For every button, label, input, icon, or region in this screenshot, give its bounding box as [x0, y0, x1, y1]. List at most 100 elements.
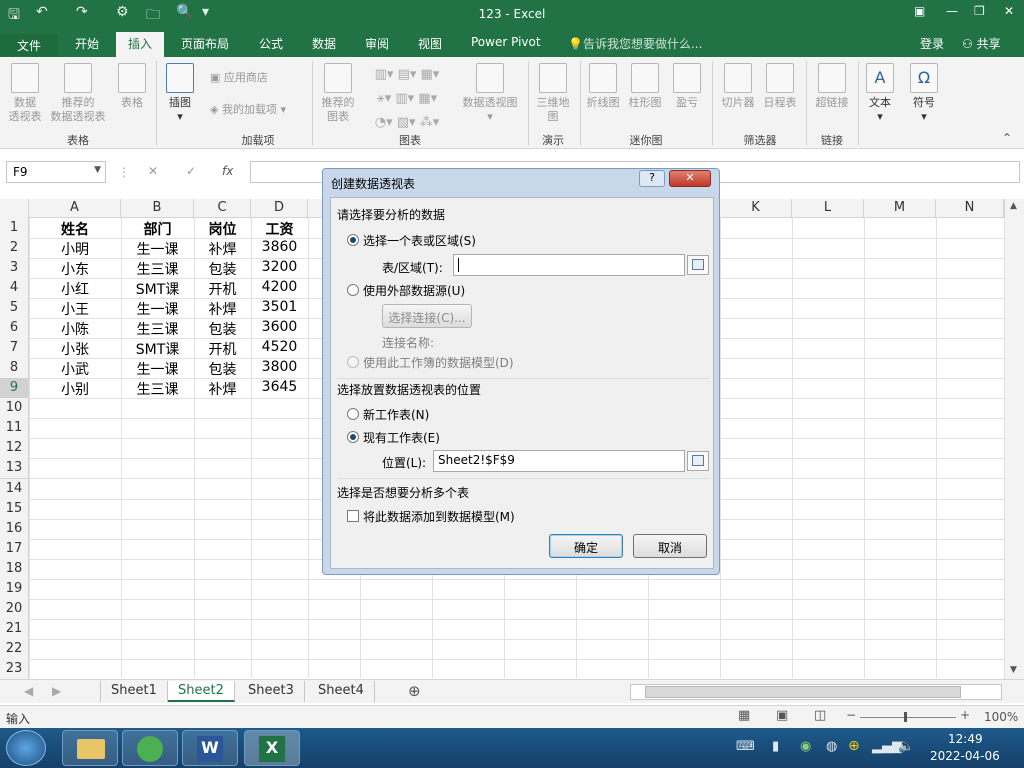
zoom-in-icon[interactable]: +: [960, 708, 970, 722]
add-icon[interactable]: ⊕: [848, 738, 860, 754]
row-header[interactable]: 9: [0, 378, 29, 399]
table-cell[interactable]: 3200: [251, 258, 308, 279]
horizontal-scrollbar[interactable]: [630, 684, 1002, 700]
table-cell[interactable]: 小东: [29, 258, 121, 279]
header-cell[interactable]: 工资: [251, 218, 308, 239]
table-cell[interactable]: 小武: [29, 358, 121, 379]
tab-view[interactable]: 视图: [418, 35, 442, 52]
share-button[interactable]: ⚇ 共享: [962, 35, 1001, 52]
table-cell[interactable]: 补焊: [194, 238, 251, 259]
sparkline-column-button[interactable]: 柱形图: [626, 63, 664, 110]
row-header[interactable]: 20: [0, 599, 29, 620]
confirm-entry-icon[interactable]: ✓: [186, 164, 196, 178]
table-cell[interactable]: 包装: [194, 318, 251, 339]
row-header[interactable]: 17: [0, 539, 29, 560]
row-header[interactable]: 23: [0, 659, 29, 680]
add-to-data-model-checkbox[interactable]: [347, 510, 359, 522]
radio-new-worksheet[interactable]: [347, 408, 359, 420]
pivot-table-button[interactable]: 数据 透视表: [4, 63, 46, 124]
sparkline-line-button[interactable]: 折线图: [584, 63, 622, 110]
radio-existing-worksheet-label[interactable]: 现有工作表(E): [363, 429, 440, 446]
row-header[interactable]: 14: [0, 479, 29, 500]
illustrations-button[interactable]: 插图 ▾: [162, 63, 198, 124]
table-cell[interactable]: 生一课: [121, 238, 194, 259]
row-header[interactable]: 12: [0, 438, 29, 459]
add-sheet-icon[interactable]: ⊕: [408, 682, 421, 700]
tab-power-pivot[interactable]: Power Pivot: [471, 35, 541, 49]
row-header[interactable]: 1: [0, 218, 29, 239]
page-break-view-icon[interactable]: ◫: [814, 708, 826, 723]
column-header[interactable]: L: [792, 199, 864, 218]
my-addins-button[interactable]: ◈ 我的加载项 ▾: [210, 103, 286, 117]
sheet-tab[interactable]: Sheet1: [100, 681, 168, 702]
table-cell[interactable]: 4520: [251, 338, 308, 359]
radio-existing-worksheet[interactable]: [347, 431, 359, 443]
column-header[interactable]: B: [121, 199, 194, 218]
vertical-scrollbar[interactable]: ▲ ▼: [1004, 199, 1024, 679]
row-header[interactable]: 16: [0, 519, 29, 540]
chart-type-buttons[interactable]: ▥▾ ▤▾ ▦▾ ⚹▾ ▥▾ ▦▾ ◔▾ ▧▾ ⁂▾: [362, 63, 452, 135]
restore-icon[interactable]: ❐: [974, 4, 985, 18]
zoom-slider-thumb[interactable]: [904, 712, 907, 722]
row-header[interactable]: 13: [0, 458, 29, 479]
fx-icon[interactable]: fx: [222, 164, 233, 178]
column-header[interactable]: N: [936, 199, 1004, 218]
collapse-ribbon-icon[interactable]: ⌃: [1002, 131, 1012, 145]
tab-home[interactable]: 开始: [75, 35, 99, 52]
table-cell[interactable]: 小别: [29, 378, 121, 399]
table-cell[interactable]: 生三课: [121, 378, 194, 399]
row-header[interactable]: 10: [0, 398, 29, 419]
zoom-level[interactable]: 100%: [984, 710, 1018, 724]
clock-time[interactable]: 12:49: [948, 732, 983, 746]
choose-connection-button[interactable]: 选择连接(C)...: [382, 304, 472, 328]
table-cell[interactable]: 小陈: [29, 318, 121, 339]
cancel-entry-icon[interactable]: ✕: [148, 164, 158, 178]
help-button[interactable]: ?: [639, 170, 665, 187]
tab-formulas[interactable]: 公式: [259, 35, 283, 52]
sync-icon[interactable]: ◉: [800, 739, 811, 754]
explorer-app[interactable]: [62, 730, 118, 766]
header-cell[interactable]: 部门: [121, 218, 194, 239]
speaker-icon[interactable]: 🔈: [898, 739, 914, 754]
hyperlink-button[interactable]: 超链接: [810, 63, 854, 110]
radio-new-worksheet-label[interactable]: 新工作表(N): [363, 406, 429, 423]
header-cell[interactable]: 姓名: [29, 218, 121, 239]
column-header[interactable]: M: [864, 199, 936, 218]
dialog-close-button[interactable]: ✕: [669, 170, 711, 187]
table-cell[interactable]: 小张: [29, 338, 121, 359]
row-header[interactable]: 6: [0, 318, 29, 339]
column-header[interactable]: A: [29, 199, 121, 218]
table-cell[interactable]: 3860: [251, 238, 308, 259]
radio-select-range[interactable]: [347, 234, 359, 246]
scroll-thumb[interactable]: [645, 686, 961, 698]
row-header[interactable]: 5: [0, 298, 29, 319]
table-cell[interactable]: 3645: [251, 378, 308, 399]
table-cell[interactable]: 4200: [251, 278, 308, 299]
radio-data-model-label[interactable]: 使用此工作簿的数据模型(D): [363, 354, 514, 371]
table-cell[interactable]: 补焊: [194, 378, 251, 399]
table-button[interactable]: 表格: [114, 63, 150, 110]
table-cell[interactable]: 开机: [194, 338, 251, 359]
close-icon[interactable]: ✕: [1004, 4, 1014, 18]
next-sheet-icon[interactable]: ▶: [52, 684, 61, 698]
range-picker-button[interactable]: [687, 255, 709, 275]
tab-data[interactable]: 数据: [312, 35, 336, 52]
tray-icon[interactable]: ◍: [826, 739, 837, 754]
ribbon-options-icon[interactable]: ▣: [914, 4, 925, 18]
row-header[interactable]: 2: [0, 238, 29, 259]
clock-date[interactable]: 2022-04-06: [930, 749, 1000, 763]
tab-page-layout[interactable]: 页面布局: [181, 35, 229, 52]
sheet-tab[interactable]: Sheet4: [308, 681, 375, 702]
word-app[interactable]: W: [182, 730, 238, 766]
table-cell[interactable]: 生三课: [121, 318, 194, 339]
row-header[interactable]: 3: [0, 258, 29, 279]
header-cell[interactable]: 岗位: [194, 218, 251, 239]
radio-external-source-label[interactable]: 使用外部数据源(U): [363, 282, 465, 299]
scroll-up-icon[interactable]: ▲: [1010, 201, 1017, 211]
pivot-chart-button[interactable]: 数据透视图 ▾: [458, 63, 522, 124]
zoom-out-icon[interactable]: −: [846, 708, 856, 722]
row-header[interactable]: 4: [0, 278, 29, 299]
row-header[interactable]: 18: [0, 559, 29, 580]
scroll-down-icon[interactable]: ▼: [1010, 665, 1017, 675]
name-box[interactable]: F9 ▼: [6, 161, 106, 183]
